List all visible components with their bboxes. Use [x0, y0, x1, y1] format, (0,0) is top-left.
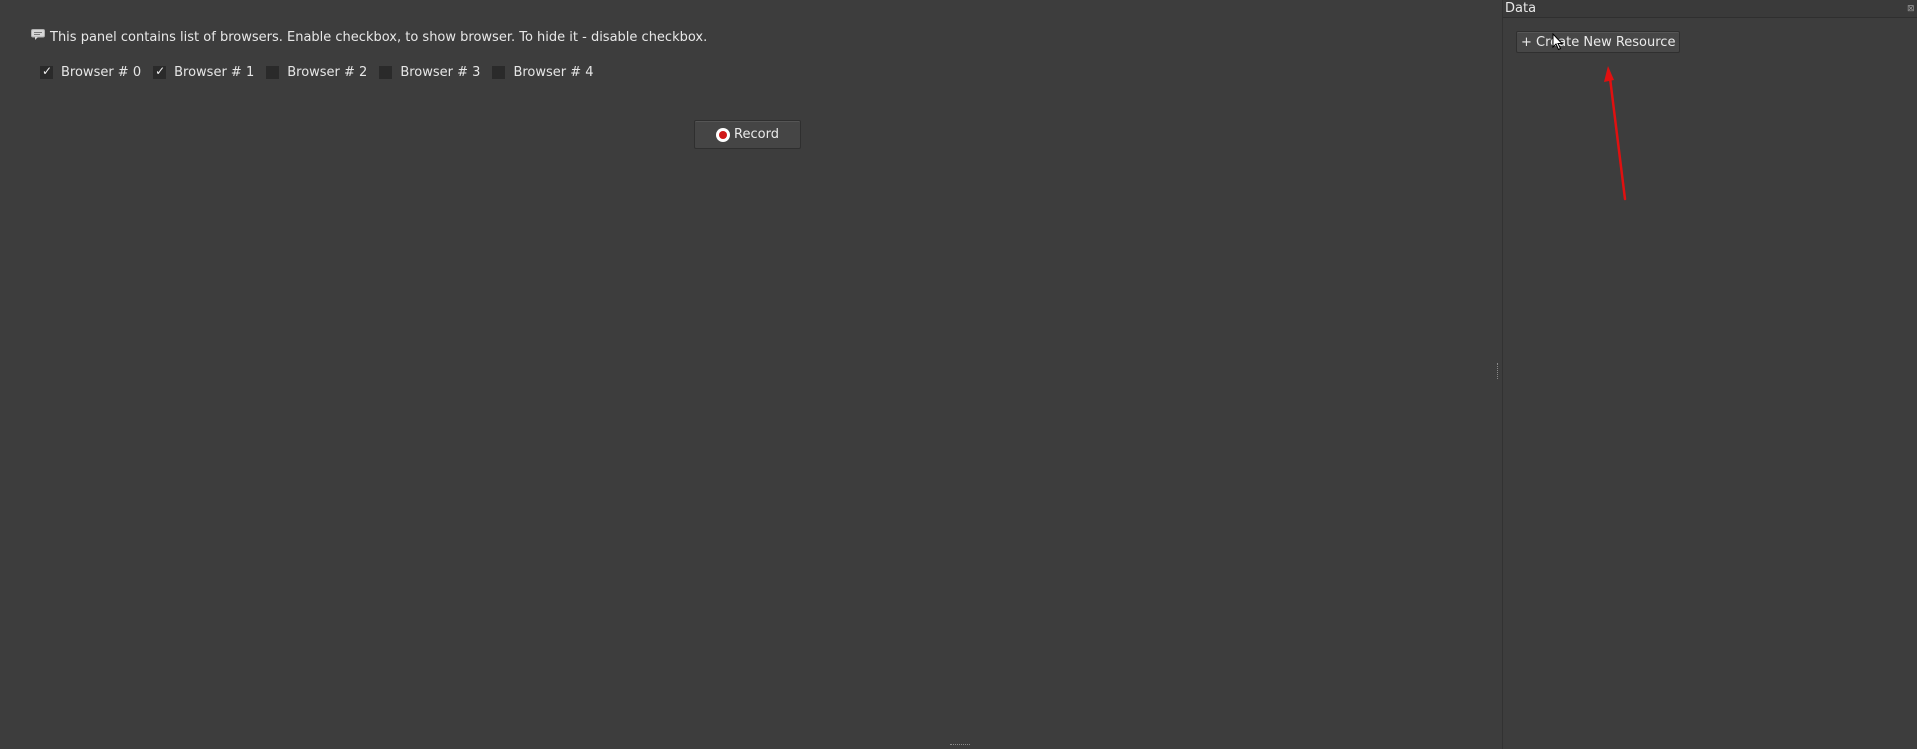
mouse-cursor-icon: [1552, 33, 1564, 51]
browser-label: Browser # 4: [513, 65, 594, 80]
comment-icon: [31, 29, 45, 40]
browser-label: Browser # 0: [61, 65, 142, 80]
record-icon: [716, 127, 731, 142]
browsers-panel: This panel contains list of browsers. En…: [0, 0, 1502, 749]
browser-checkbox-3[interactable]: Browser # 3: [379, 65, 480, 80]
browser-checkbox-0[interactable]: Browser # 0: [40, 64, 142, 80]
data-panel-title: Data: [1505, 1, 1537, 16]
browser-checkbox-1[interactable]: Browser # 1: [153, 64, 255, 80]
checkbox-checked[interactable]: [40, 64, 53, 79]
browser-label: Browser # 2: [287, 65, 368, 80]
record-button[interactable]: Record: [694, 120, 801, 149]
close-icon[interactable]: ⊠: [1907, 4, 1917, 14]
browser-checkbox-4[interactable]: Browser # 4: [492, 65, 594, 80]
info-text: This panel contains list of browsers. En…: [50, 30, 708, 45]
browser-label: Browser # 1: [174, 65, 255, 80]
browser-checkbox-2[interactable]: Browser # 2: [266, 65, 367, 80]
checkbox-checked[interactable]: [153, 64, 167, 79]
browser-label: Browser # 3: [400, 65, 481, 80]
app-window: This panel contains list of browsers. En…: [0, 0, 1917, 749]
record-label: Record: [734, 127, 779, 142]
checkbox-unchecked[interactable]: [266, 66, 280, 79]
red-arrow-annotation: [1604, 66, 1627, 201]
create-new-resource-button[interactable]: + Create New Resource: [1516, 31, 1681, 53]
data-panel-header: Data ⊠: [1503, 0, 1917, 18]
data-panel: Data ⊠ + Create New Resource: [1502, 0, 1917, 749]
checkbox-unchecked[interactable]: [379, 66, 393, 79]
vertical-splitter-handle[interactable]: [1497, 363, 1500, 379]
info-line: This panel contains list of browsers. En…: [31, 29, 708, 45]
checkbox-unchecked[interactable]: [492, 66, 506, 79]
browser-checkbox-list: Browser # 0 Browser # 1 Browser # 2 Brow…: [40, 64, 606, 80]
create-new-resource-label: + Create New Resource: [1521, 34, 1676, 50]
horizontal-splitter-handle[interactable]: [950, 744, 970, 747]
